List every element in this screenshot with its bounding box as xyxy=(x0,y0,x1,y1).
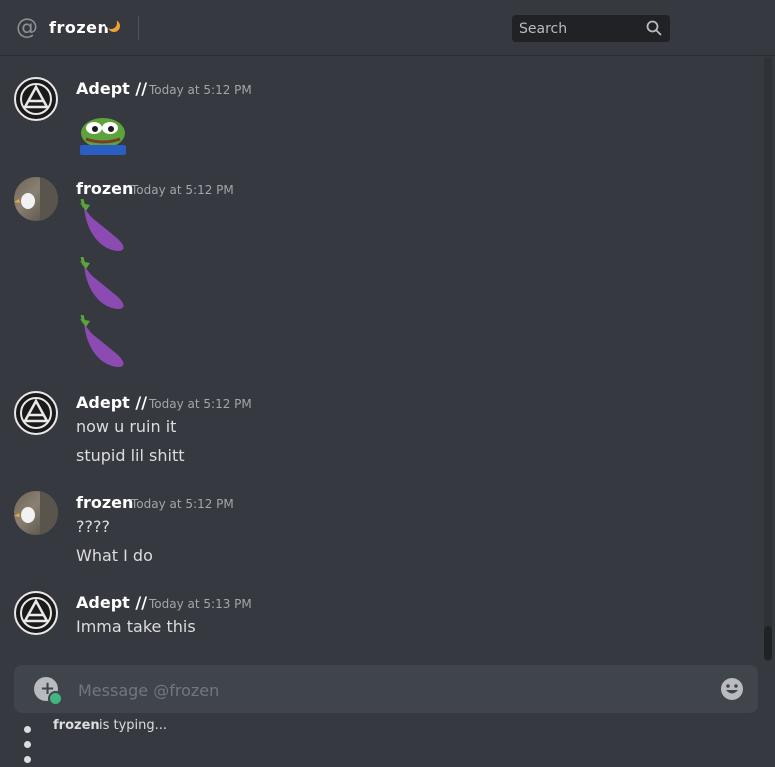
message-input[interactable] xyxy=(76,678,680,702)
message-composer: + xyxy=(14,665,758,713)
attach-button[interactable]: + xyxy=(34,677,63,706)
search-placeholder: Search xyxy=(519,21,568,37)
message-author[interactable]: frozen xyxy=(76,493,133,512)
header-divider xyxy=(138,16,139,40)
message-author[interactable]: Adept // xyxy=(76,393,147,412)
avatar[interactable] xyxy=(14,77,58,121)
emoji-icon[interactable] xyxy=(720,677,744,701)
avatar[interactable] xyxy=(14,591,58,635)
message-text: now u ruin it xyxy=(76,417,177,436)
typing-dots-icon xyxy=(24,722,33,767)
idle-status-icon xyxy=(105,17,120,32)
message-timestamp: Today at 5:13 PM xyxy=(149,597,252,611)
message-timestamp: Today at 5:12 PM xyxy=(149,83,252,97)
message-timestamp: Today at 5:12 PM xyxy=(131,183,234,197)
channel-header: @ frozen Search xyxy=(0,0,775,56)
channel-name[interactable]: frozen xyxy=(49,18,109,37)
adept-logo-icon xyxy=(20,83,52,115)
eggplant-emoji-icon[interactable] xyxy=(76,199,128,251)
message-timestamp: Today at 5:12 PM xyxy=(149,397,252,411)
scrollbar-track[interactable] xyxy=(764,57,772,662)
at-icon: @ xyxy=(16,15,38,40)
message-author[interactable]: Adept // xyxy=(76,79,147,98)
goose-avatar-icon xyxy=(14,177,58,221)
typing-user: frozen xyxy=(53,718,100,733)
typing-text: is typing... xyxy=(99,718,168,733)
message-timestamp: Today at 5:12 PM xyxy=(131,497,234,511)
message-text: What I do xyxy=(76,546,153,565)
message-text: stupid lil shitt xyxy=(76,446,185,465)
message-list[interactable]: Adept // Today at 5:12 PM frozen Today a… xyxy=(0,57,760,662)
search-icon[interactable] xyxy=(646,20,662,36)
eggplant-emoji-icon[interactable] xyxy=(76,315,128,367)
search-input[interactable]: Search xyxy=(512,15,670,42)
avatar[interactable] xyxy=(14,491,58,535)
eggplant-emoji-icon[interactable] xyxy=(76,257,128,309)
adept-logo-icon xyxy=(20,597,52,629)
message-author[interactable]: frozen xyxy=(76,179,133,198)
message-text: ???? xyxy=(76,517,110,536)
goose-avatar-icon xyxy=(14,491,58,535)
upload-badge-icon xyxy=(48,691,63,706)
scrollbar-thumb[interactable] xyxy=(764,626,772,660)
message-text: Imma take this xyxy=(76,617,196,636)
avatar[interactable] xyxy=(14,177,58,221)
avatar[interactable] xyxy=(14,391,58,435)
adept-logo-icon xyxy=(20,397,52,429)
message-author[interactable]: Adept // xyxy=(76,593,147,612)
pepe-emoji-icon[interactable] xyxy=(76,115,130,155)
